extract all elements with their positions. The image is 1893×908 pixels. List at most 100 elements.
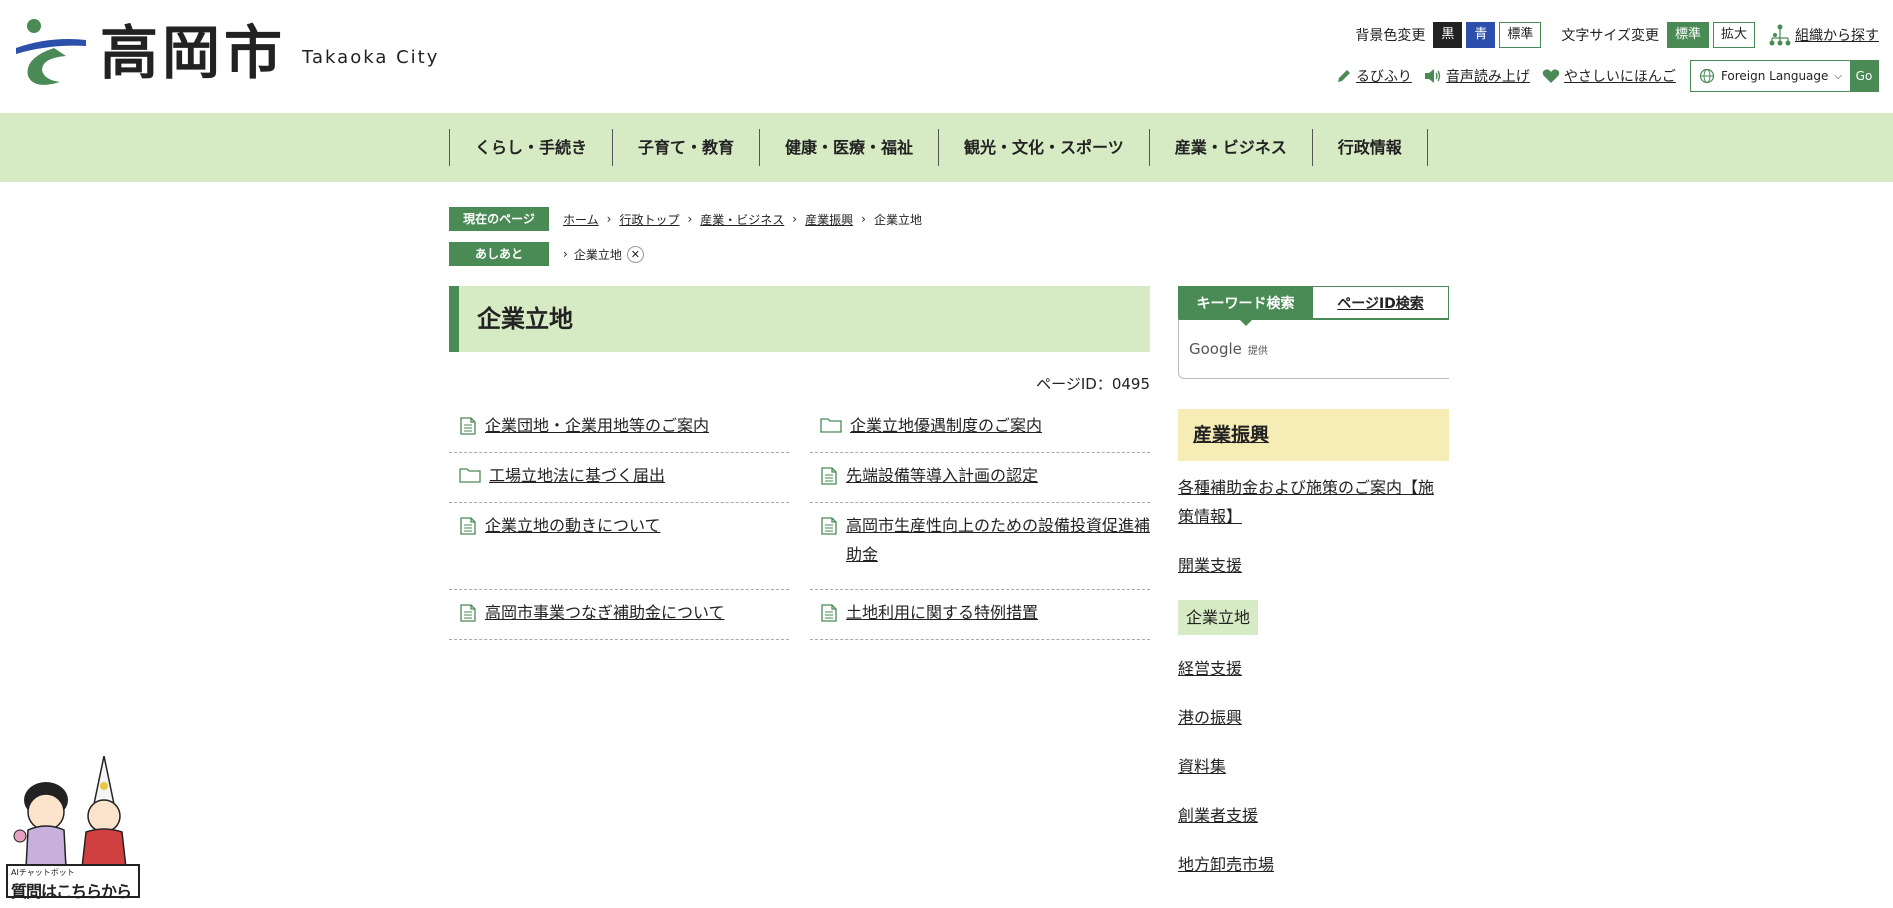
language-select[interactable]: Foreign Language ⌵ (1691, 61, 1850, 91)
gnav-item-administration[interactable]: 行政情報 (1313, 129, 1428, 166)
site-logo[interactable]: 高岡市 Takaoka City (14, 18, 439, 88)
gnav-item-childcare[interactable]: 子育て・教育 (613, 129, 761, 166)
document-icon (821, 467, 837, 485)
search-input[interactable]: Google 提供 (1178, 319, 1449, 379)
breadcrumb: 現在のページ ホーム › 行政トップ › 産業・ビジネス › 産業振興 › 企業… (449, 207, 922, 231)
sidebar-item-wholesale-market[interactable]: 地方卸売市場 (1178, 850, 1449, 879)
logo-text-jp: 高岡市 (100, 19, 287, 87)
ruby-link[interactable]: るびふり (1336, 66, 1412, 86)
chevron-right-icon: › (792, 212, 798, 226)
sidebar-item-business-location[interactable]: 企業立地 (1178, 600, 1259, 635)
site-header: 高岡市 Takaoka City 背景色変更 黒 青 標準 文字サイズ変更 標準… (0, 0, 1893, 113)
bg-black-button[interactable]: 黒 (1433, 22, 1463, 48)
sidebar-item-port-promotion[interactable]: 港の振興 (1178, 703, 1449, 732)
chevron-right-icon: › (563, 247, 568, 261)
chevron-right-icon: › (687, 212, 693, 226)
org-search-link[interactable]: 組織から探す (1769, 24, 1879, 46)
list-item-label: 先端設備等導入計画の認定 (846, 466, 1039, 485)
chevron-right-icon: › (861, 212, 866, 226)
sidebar: キーワード検索 ページID検索 Google 提供 産業振興 各種補助金および施… (1178, 286, 1449, 899)
breadcrumb-industry[interactable]: 産業振興 (805, 211, 853, 228)
list-item-label: 高岡市生産性向上のための設備投資促進補助金 (846, 516, 1151, 564)
search-tabs: キーワード検索 ページID検索 (1178, 286, 1449, 326)
document-icon (460, 417, 476, 435)
language-selector: Foreign Language ⌵ Go (1689, 60, 1879, 92)
font-large-button[interactable]: 拡大 (1712, 22, 1755, 48)
breadcrumb-tag: 現在のページ (449, 207, 549, 231)
speaker-icon (1424, 69, 1441, 83)
logo-text-en: Takaoka City (302, 46, 440, 68)
sidebar-nav: 各種補助金および施策のご案内【施策情報】 開業支援 企業立地 経営支援 港の振興… (1178, 473, 1449, 879)
chatbot-big-label: 質問はこちらから (11, 882, 132, 901)
sidebar-item-management-support[interactable]: 経営支援 (1178, 654, 1449, 683)
sidebar-item-subsidies[interactable]: 各種補助金および施策のご案内【施策情報】 (1178, 473, 1449, 531)
takaoka-emblem-icon (16, 19, 86, 85)
chevron-down-icon: ⌵ (1834, 70, 1842, 82)
list-item[interactable]: 土地利用に関する特例措置 (810, 590, 1150, 640)
chatbot-launcher[interactable]: AIチャットボット 質問はこちらから (6, 756, 140, 901)
tab-keyword-search[interactable]: キーワード検索 (1178, 286, 1313, 326)
globe-icon (1699, 68, 1715, 84)
bg-standard-button[interactable]: 標準 (1499, 22, 1542, 48)
document-icon (821, 517, 837, 535)
sidebar-item-startup-support[interactable]: 開業支援 (1178, 551, 1449, 580)
utility-bar-bottom: るびふり 音声読み上げ やさしいにほんご Foreign Language ⌵ … (1324, 60, 1879, 92)
list-item[interactable]: 企業立地優遇制度のご案内 (810, 403, 1150, 453)
easy-japanese-label: やさしいにほんご (1563, 69, 1676, 85)
breadcrumb-business[interactable]: 産業・ビジネス (700, 211, 784, 228)
sidebar-section-title[interactable]: 産業振興 (1178, 409, 1449, 461)
chatbot-small-label: AIチャットボット (11, 868, 75, 877)
easy-japanese-link[interactable]: やさしいにほんご (1542, 66, 1676, 86)
pencil-icon (1337, 70, 1350, 82)
bg-color-label: 背景色変更 (1355, 28, 1426, 44)
breadcrumb-current: 企業立地 (873, 212, 922, 227)
page-title-bar: 企業立地 (449, 286, 1150, 352)
footprint-tag: あしあと (449, 242, 549, 266)
gnav-item-living[interactable]: くらし・手続き (450, 129, 614, 166)
sidebar-item-materials[interactable]: 資料集 (1178, 752, 1449, 781)
org-search-label: 組織から探す (1795, 28, 1879, 44)
read-aloud-link[interactable]: 音声読み上げ (1424, 66, 1530, 86)
language-go-button[interactable]: Go (1850, 61, 1878, 91)
list-item-label: 企業立地の動きについて (485, 516, 661, 535)
document-icon (460, 604, 476, 622)
sidebar-item-founder-support[interactable]: 創業者支援 (1178, 801, 1449, 830)
chevron-right-icon: › (606, 212, 612, 226)
document-icon (821, 604, 837, 622)
list-item[interactable]: 工場立地法に基づく届出 (449, 453, 789, 503)
font-size-label: 文字サイズ変更 (1561, 28, 1659, 44)
font-standard-button[interactable]: 標準 (1666, 22, 1709, 48)
list-item-label: 企業立地優遇制度のご案内 (850, 416, 1043, 435)
language-select-label: Foreign Language (1720, 69, 1829, 83)
gnav-item-business[interactable]: 産業・ビジネス (1150, 129, 1313, 166)
page-id: ページID：0495 (1036, 375, 1150, 393)
org-chart-icon (1769, 24, 1791, 46)
page-title: 企業立地 (477, 305, 573, 333)
folder-icon (820, 418, 842, 433)
google-logo: Google (1189, 340, 1242, 358)
tab-page-id-search[interactable]: ページID検索 (1313, 286, 1449, 319)
list-item[interactable]: 高岡市生産性向上のための設備投資促進補助金 (810, 503, 1150, 590)
google-provided-label: 提供 (1247, 345, 1268, 357)
list-item[interactable]: 企業団地・企業用地等のご案内 (449, 403, 789, 453)
breadcrumb-home[interactable]: ホーム (563, 211, 599, 228)
gnav-item-health[interactable]: 健康・医療・福祉 (760, 129, 940, 166)
folder-icon (459, 468, 481, 483)
gnav-item-tourism[interactable]: 観光・文化・スポーツ (939, 129, 1150, 166)
list-item[interactable]: 先端設備等導入計画の認定 (810, 453, 1150, 503)
list-item[interactable]: 企業立地の動きについて (449, 503, 789, 590)
read-aloud-label: 音声読み上げ (1445, 69, 1530, 85)
link-list: 企業団地・企業用地等のご案内 企業立地優遇制度のご案内 工場立地法に基づく届出 … (449, 403, 1150, 640)
list-item-label: 企業団地・企業用地等のご案内 (485, 416, 710, 435)
close-icon[interactable]: ✕ (626, 245, 644, 263)
list-item-label: 工場立地法に基づく届出 (489, 466, 666, 485)
global-nav: くらし・手続き 子育て・教育 健康・医療・福祉 観光・文化・スポーツ 産業・ビジ… (0, 113, 1893, 182)
document-icon (460, 517, 476, 535)
list-item-label: 土地利用に関する特例措置 (846, 603, 1039, 622)
mascot-characters-icon (13, 756, 127, 868)
footprint-item[interactable]: 企業立地 (574, 246, 622, 263)
ruby-label: るびふり (1355, 69, 1412, 85)
list-item[interactable]: 高岡市事業つなぎ補助金について (449, 590, 789, 640)
breadcrumb-admin-top[interactable]: 行政トップ (619, 211, 679, 228)
bg-blue-button[interactable]: 青 (1466, 22, 1496, 48)
